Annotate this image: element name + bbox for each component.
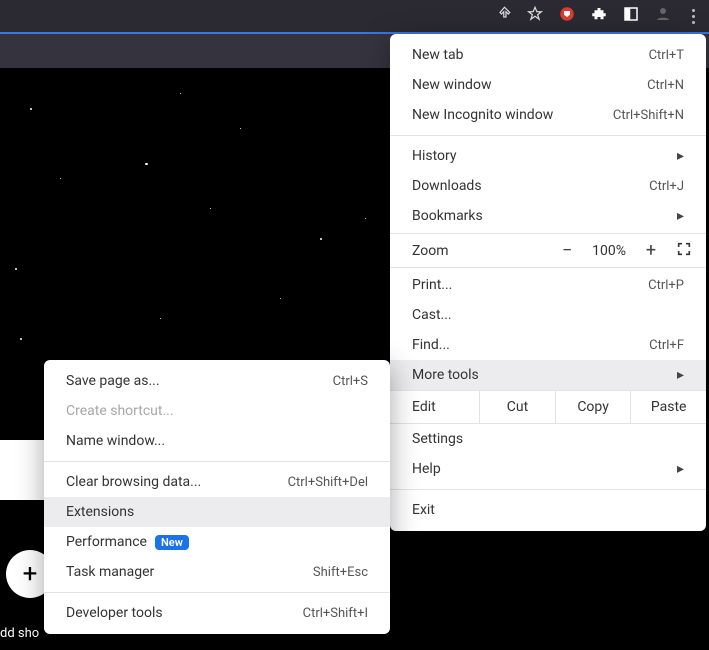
chrome-main-menu: New tabCtrl+T New windowCtrl+N New Incog…: [390, 34, 706, 531]
submenu-developer-tools[interactable]: Developer toolsCtrl+Shift+I: [44, 598, 390, 628]
chevron-right-icon: ▸: [677, 148, 684, 164]
chevron-right-icon: ▸: [677, 367, 684, 383]
menu-help[interactable]: Help▸: [390, 454, 706, 484]
sidepanel-icon[interactable]: [622, 5, 640, 27]
edit-label: Edit: [390, 391, 479, 423]
chevron-right-icon: ▸: [677, 208, 684, 224]
more-tools-submenu: Save page as...Ctrl+S Create shortcut...…: [44, 360, 390, 634]
chevron-right-icon: ▸: [677, 461, 684, 477]
fullscreen-icon[interactable]: [676, 241, 692, 261]
zoom-value: 100%: [592, 243, 626, 259]
adblock-icon[interactable]: [558, 5, 576, 27]
menu-settings[interactable]: Settings: [390, 424, 706, 454]
extensions-icon[interactable]: [590, 5, 608, 27]
submenu-create-shortcut: Create shortcut...: [44, 396, 390, 426]
submenu-performance[interactable]: PerformanceNew: [44, 527, 390, 557]
menu-more-tools[interactable]: More tools▸: [390, 360, 706, 390]
menu-icon[interactable]: [686, 9, 701, 24]
new-badge: New: [155, 535, 189, 550]
menu-cast[interactable]: Cast...: [390, 300, 706, 330]
menu-history[interactable]: History▸: [390, 141, 706, 171]
profile-icon[interactable]: [654, 5, 672, 27]
separator: [390, 135, 706, 136]
menu-zoom: Zoom − 100% +: [390, 233, 706, 268]
menu-find[interactable]: Find...Ctrl+F: [390, 330, 706, 360]
browser-toolbar: [0, 0, 709, 34]
zoom-label: Zoom: [412, 243, 449, 259]
submenu-clear-browsing[interactable]: Clear browsing data...Ctrl+Shift+Del: [44, 467, 390, 497]
submenu-save-page[interactable]: Save page as...Ctrl+S: [44, 366, 390, 396]
menu-new-incognito[interactable]: New Incognito windowCtrl+Shift+N: [390, 100, 706, 130]
edit-copy[interactable]: Copy: [555, 391, 631, 423]
edit-paste[interactable]: Paste: [630, 391, 706, 423]
menu-exit[interactable]: Exit: [390, 495, 706, 525]
add-shortcut-label: dd sho: [0, 626, 39, 641]
star-icon[interactable]: [526, 5, 544, 27]
share-icon[interactable]: [494, 5, 512, 27]
menu-print[interactable]: Print...Ctrl+P: [390, 270, 706, 300]
edit-cut[interactable]: Cut: [479, 391, 555, 423]
menu-new-tab[interactable]: New tabCtrl+T: [390, 40, 706, 70]
submenu-name-window[interactable]: Name window...: [44, 426, 390, 456]
separator: [390, 489, 706, 490]
separator: [44, 592, 390, 593]
submenu-task-manager[interactable]: Task managerShift+Esc: [44, 557, 390, 587]
zoom-out-button[interactable]: −: [558, 240, 576, 261]
menu-downloads[interactable]: DownloadsCtrl+J: [390, 171, 706, 201]
submenu-extensions[interactable]: Extensions: [44, 497, 390, 527]
menu-edit-row: Edit Cut Copy Paste: [390, 390, 706, 424]
zoom-in-button[interactable]: +: [642, 240, 660, 261]
menu-new-window[interactable]: New windowCtrl+N: [390, 70, 706, 100]
content-panel-edge: [0, 440, 50, 500]
menu-bookmarks[interactable]: Bookmarks▸: [390, 201, 706, 231]
separator: [44, 461, 390, 462]
